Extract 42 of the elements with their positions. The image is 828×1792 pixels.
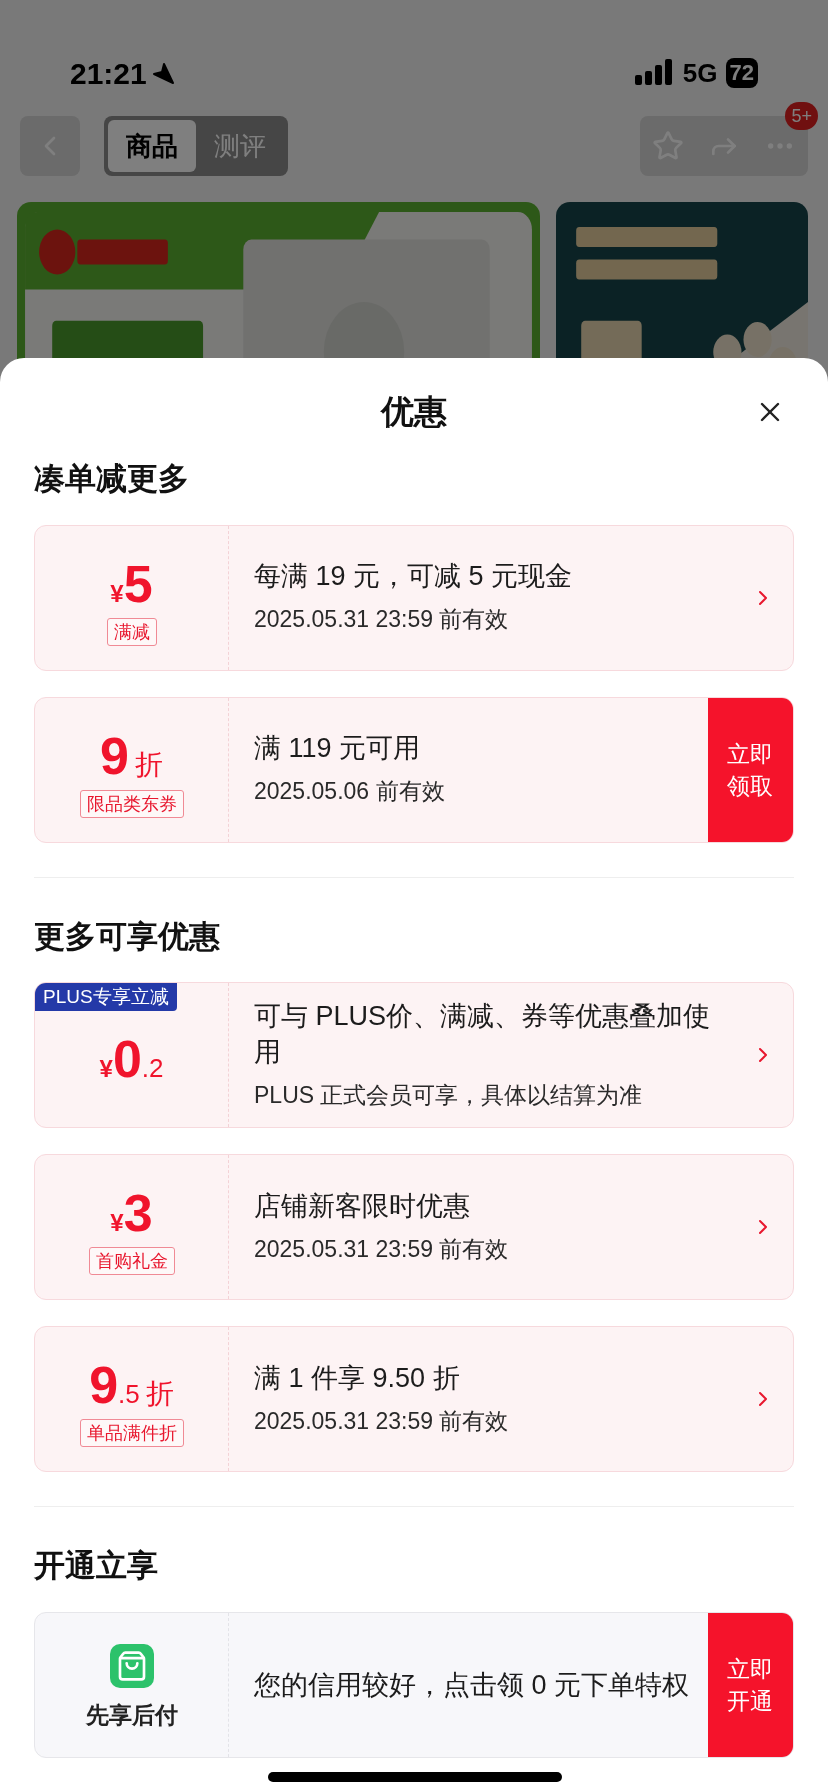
coupon-card[interactable]: PLUS专享立减 ¥0.2 可与 PLUS价、满减、券等优惠叠加使用 PLUS 正式会员可享，具体以结算为准	[34, 982, 794, 1128]
coupon-validity: 2025.05.31 23:59 前有效	[254, 1234, 510, 1264]
coupon-title: 满 119 元可用	[254, 732, 422, 766]
coupon-amount: ¥3	[110, 1187, 153, 1239]
network-label: 5G	[682, 56, 718, 90]
signal-icon	[634, 59, 675, 87]
section-title: 凑单减更多	[34, 461, 189, 496]
coupon-card[interactable]: 先享后付 您的信用较好，点击领 0 元下单特权 立即开通	[34, 1611, 794, 1758]
coupon-amount: 9.5 折	[89, 1359, 174, 1411]
coupon-card[interactable]: 9.5 折 单品满件折 满 1 件享 9.50 折 2025.05.31 23:59 前有效	[34, 1326, 794, 1472]
sheet-title: 优惠	[381, 392, 447, 433]
claim-button[interactable]: 立即领取	[708, 697, 793, 842]
coupon-tag: 单品满件折	[79, 1419, 184, 1447]
coupon-card[interactable]: 9 折 限品类东券 满 119 元可用 2025.05.06 前有效 立即领取	[34, 696, 794, 843]
notification-badge: 5+	[785, 102, 818, 130]
claim-button[interactable]: 立即开通	[708, 1612, 793, 1757]
coupon-validity: 2025.05.31 23:59 前有效	[254, 605, 510, 635]
coupon-card[interactable]: ¥3 首购礼金 店铺新客限时优惠 2025.05.31 23:59 前有效	[34, 1154, 794, 1300]
clock: 21:21	[70, 55, 147, 92]
battery-icon: 72	[725, 58, 758, 88]
coupon-title: 您的信用较好，点击领 0 元下单特权	[254, 1668, 691, 1702]
coupon-title: 店铺新客限时优惠	[254, 1189, 471, 1223]
coupon-amount: ¥5	[110, 557, 153, 610]
bag-icon	[109, 1644, 154, 1689]
coupon-title: 可与 PLUS价、满减、券等优惠叠加使用	[254, 999, 712, 1069]
coupon-title: 满 1 件享 9.50 折	[254, 1361, 461, 1395]
section-title: 更多可享优惠	[34, 918, 220, 954]
tab[interactable]: 商品	[108, 120, 196, 172]
coupon-card[interactable]: ¥5 满减 每满 19 元，可减 5 元现金 2025.05.31 23:59 前有效	[34, 524, 794, 671]
location-icon	[150, 61, 175, 85]
coupon-validity: PLUS 正式会员可享，具体以结算为准	[254, 1080, 644, 1110]
coupon-title: 每满 19 元，可减 5 元现金	[254, 560, 574, 594]
coupon-tag: 首购礼金	[88, 1247, 175, 1275]
coupon-tag: 满减	[106, 617, 157, 646]
coupon-tag: 限品类东券	[79, 789, 184, 818]
coupon-amount: ¥0.2	[99, 1033, 164, 1085]
coupon-amount: 9 折	[100, 729, 163, 782]
section-title: 开通立享	[34, 1548, 158, 1583]
coupon-validity: 2025.05.06 前有效	[254, 777, 446, 807]
service-label: 先享后付	[85, 1701, 178, 1731]
plus-ribbon: PLUS专享立减	[35, 983, 177, 1011]
coupon-validity: 2025.05.31 23:59 前有效	[254, 1406, 510, 1436]
